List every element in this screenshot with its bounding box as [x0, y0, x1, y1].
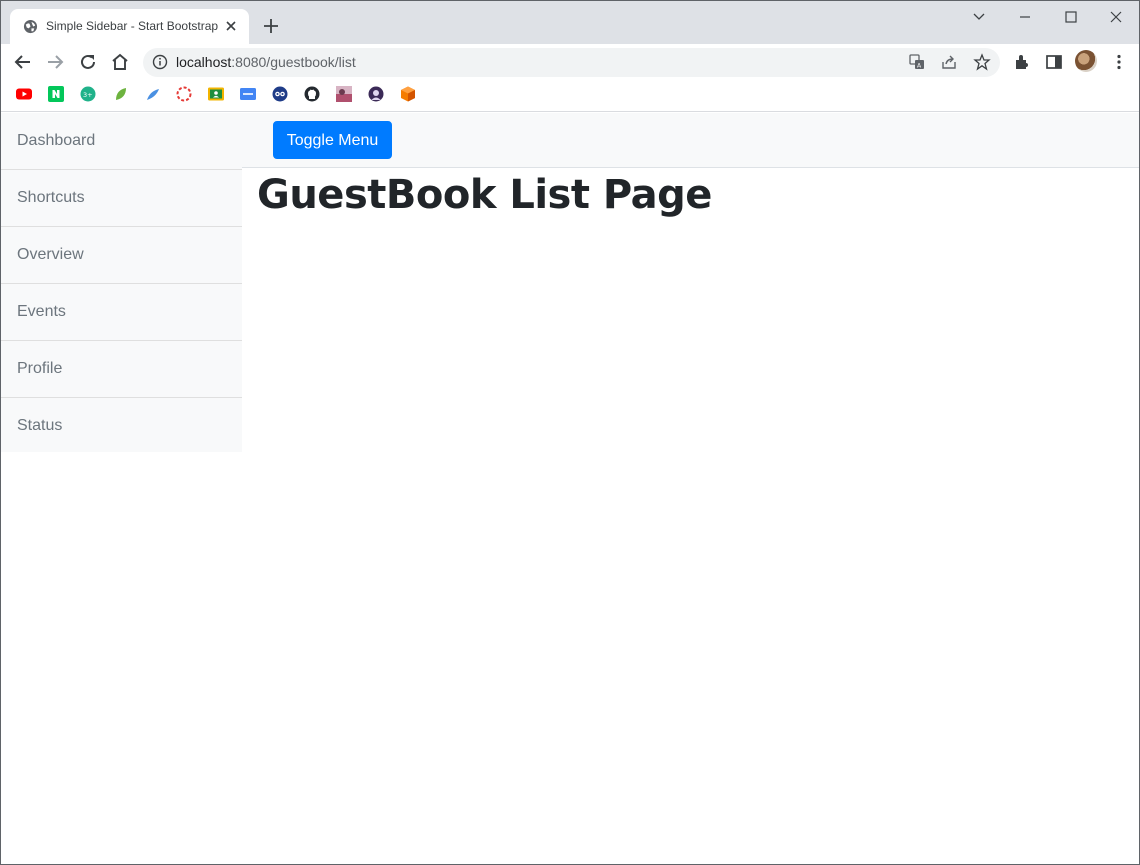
- url-text[interactable]: localhost:8080/guestbook/list: [176, 54, 356, 70]
- youtube-icon[interactable]: [16, 86, 32, 102]
- bookmarks-bar: 3+: [1, 80, 1139, 112]
- forward-arrow-icon[interactable]: [43, 50, 67, 74]
- back-arrow-icon[interactable]: [11, 50, 35, 74]
- close-icon[interactable]: [1093, 5, 1139, 29]
- browser-toolbar: localhost:8080/guestbook/list A: [1, 44, 1139, 80]
- plus-icon[interactable]: [261, 16, 281, 36]
- globe-icon: [23, 19, 38, 34]
- sidebar-item-events[interactable]: Events: [1, 284, 242, 341]
- green-circle-icon[interactable]: 3+: [80, 86, 96, 102]
- translate-icon[interactable]: A: [908, 53, 926, 71]
- reload-icon[interactable]: [76, 50, 100, 74]
- photo-icon[interactable]: [336, 86, 352, 102]
- orange-cube-icon[interactable]: [400, 86, 416, 102]
- tab-search-icon[interactable]: [956, 5, 1002, 29]
- sidebar: Dashboard Shortcuts Overview Events Prof…: [1, 113, 242, 452]
- home-icon[interactable]: [108, 50, 132, 74]
- toggle-menu-button[interactable]: Toggle Menu: [273, 121, 392, 159]
- url-host: localhost: [176, 54, 232, 70]
- sidebar-item-dashboard[interactable]: Dashboard: [1, 113, 242, 170]
- classroom-icon[interactable]: [208, 86, 224, 102]
- share-icon[interactable]: [940, 53, 958, 71]
- top-navbar: Toggle Menu: [242, 113, 1139, 168]
- minimize-icon[interactable]: [1002, 5, 1048, 29]
- page-title: GuestBook List Page: [257, 172, 712, 218]
- browser-window: Simple Sidebar - Start Bootstrap localho…: [0, 0, 1140, 865]
- sidebar-item-shortcuts[interactable]: Shortcuts: [1, 170, 242, 227]
- maximize-icon[interactable]: [1048, 5, 1094, 29]
- owl-icon[interactable]: [272, 86, 288, 102]
- avatar-round-icon[interactable]: [368, 86, 384, 102]
- feather-icon[interactable]: [145, 86, 161, 102]
- bookmark-star-icon[interactable]: [973, 53, 991, 71]
- sidebar-item-overview[interactable]: Overview: [1, 227, 242, 284]
- sidebar-item-profile[interactable]: Profile: [1, 341, 242, 398]
- address-bar[interactable]: localhost:8080/guestbook/list A: [143, 48, 1000, 77]
- extensions-icon[interactable]: [1012, 52, 1032, 72]
- url-path: :8080/guestbook/list: [231, 54, 356, 70]
- lifebuoy-icon[interactable]: [176, 86, 192, 102]
- sidebar-item-status[interactable]: Status: [1, 398, 242, 455]
- info-icon[interactable]: [152, 54, 168, 70]
- menu-kebab-icon[interactable]: [1109, 52, 1129, 72]
- page-content: Dashboard Shortcuts Overview Events Prof…: [1, 113, 1139, 864]
- svg-text:3+: 3+: [83, 91, 93, 99]
- profile-avatar[interactable]: [1075, 50, 1097, 72]
- github-icon[interactable]: [304, 86, 320, 102]
- browser-tab[interactable]: Simple Sidebar - Start Bootstrap: [10, 9, 249, 44]
- tab-strip: Simple Sidebar - Start Bootstrap: [1, 1, 1139, 44]
- naver-icon[interactable]: [48, 86, 64, 102]
- tab-title: Simple Sidebar - Start Bootstrap: [46, 19, 219, 33]
- side-panel-icon[interactable]: [1044, 52, 1064, 72]
- close-icon[interactable]: [222, 17, 240, 35]
- blue-badge-icon[interactable]: [240, 86, 256, 102]
- leaf-icon[interactable]: [113, 86, 129, 102]
